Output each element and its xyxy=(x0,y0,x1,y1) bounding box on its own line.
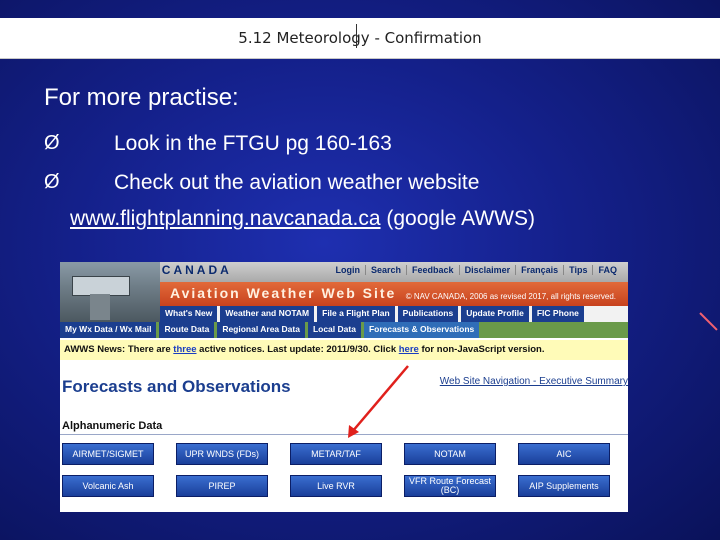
website-note: (google AWWS) xyxy=(380,207,535,230)
bullet-text: Look in the FTGU pg 160-163 xyxy=(114,132,392,155)
slide-title: 5.12 Meteorology - Confirmation xyxy=(238,29,482,47)
annotation-arrow-icon xyxy=(348,365,409,438)
text-cursor xyxy=(356,24,357,48)
bullet-2: Ø Check out the aviation weather website xyxy=(44,171,479,195)
bullet-1: Ø Look in the FTGU pg 160-163 xyxy=(44,132,392,156)
heading: For more practise: xyxy=(44,84,239,111)
slide-title-bar: 5.12 Meteorology - Confirmation xyxy=(0,18,720,58)
website-link[interactable]: www.flightplanning.navcanada.ca xyxy=(70,207,381,230)
bullet-arrow-icon: Ø xyxy=(44,171,60,193)
bullet-text: Check out the aviation weather website xyxy=(114,171,480,194)
website-line: www.flightplanning.navcanada.ca (google … xyxy=(70,207,535,231)
website-screenshot: NAV CANADA Login Search Feedback Disclai… xyxy=(60,262,628,512)
decorative-line xyxy=(699,312,718,331)
bullet-arrow-icon: Ø xyxy=(44,132,60,154)
